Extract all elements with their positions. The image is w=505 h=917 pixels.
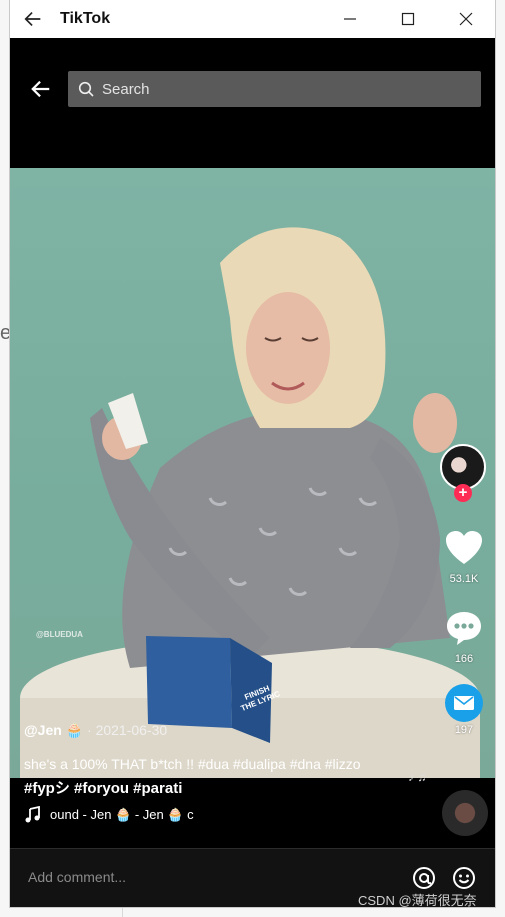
- like-count: 53.1K: [449, 573, 479, 585]
- close-button[interactable]: [452, 6, 480, 32]
- maximize-button[interactable]: [394, 6, 422, 32]
- sound-disc[interactable]: [442, 790, 488, 836]
- sound-name: ound - Jen 🧁 - Jen 🧁 c: [50, 807, 194, 822]
- top-bar: [10, 38, 495, 168]
- mention-at-icon[interactable]: [412, 866, 436, 890]
- follow-button[interactable]: +: [454, 484, 472, 502]
- post-date: 2021-06-30: [95, 722, 168, 738]
- search-box[interactable]: [68, 71, 481, 107]
- csdn-watermark: CSDN @薄荷很无奈: [358, 893, 477, 908]
- close-icon: [459, 12, 473, 26]
- floating-music-notes-icon: ♪ ♫: [408, 770, 427, 784]
- comment-input[interactable]: [28, 869, 358, 885]
- minimize-button[interactable]: [336, 6, 364, 32]
- search-icon: [78, 81, 94, 97]
- envelope-icon: [454, 696, 474, 710]
- author-line: @Jen 🧁 · 2021-06-30: [24, 722, 424, 739]
- post-caption: @Jen 🧁 · 2021-06-30 she's a 100% THAT b*…: [24, 722, 424, 798]
- video-frame-illustration: [20, 227, 480, 778]
- tiktok-window: TikTok Search @BLUEDUA FINISH THE LYRIC …: [9, 0, 496, 908]
- mail-share-icon: [445, 684, 483, 722]
- date-separator: ·: [83, 722, 96, 738]
- post-description: she's a 100% THAT b*tch !! #dua #dualipa…: [24, 756, 361, 772]
- video-overlay-handle: @BLUEDUA: [36, 630, 83, 639]
- heart-icon: [446, 531, 482, 564]
- title-bar: TikTok: [10, 0, 495, 38]
- author-name[interactable]: @Jen 🧁: [24, 722, 83, 738]
- back-arrow-icon[interactable]: [22, 8, 44, 30]
- back-arrow-icon[interactable]: [30, 78, 52, 100]
- like-action[interactable]: 53.1K: [438, 530, 490, 585]
- search-input[interactable]: [102, 80, 481, 98]
- share-action[interactable]: 197: [438, 684, 490, 736]
- music-note-icon: [25, 806, 40, 823]
- sound-info[interactable]: ound - Jen 🧁 - Jen 🧁 c: [24, 806, 194, 824]
- share-count: 197: [454, 724, 474, 736]
- window-title: TikTok: [60, 10, 111, 27]
- comment-action[interactable]: 166: [438, 610, 490, 665]
- comment-count: 166: [454, 653, 474, 665]
- maximize-icon: [401, 12, 415, 26]
- post-hashtags[interactable]: #fypシ #foryou #parati: [24, 777, 424, 798]
- video-player[interactable]: @BLUEDUA FINISH THE LYRIC: [10, 168, 495, 778]
- minimize-icon: [344, 18, 356, 20]
- comment-bubble-icon: [447, 612, 481, 645]
- emoji-icon[interactable]: [452, 866, 476, 890]
